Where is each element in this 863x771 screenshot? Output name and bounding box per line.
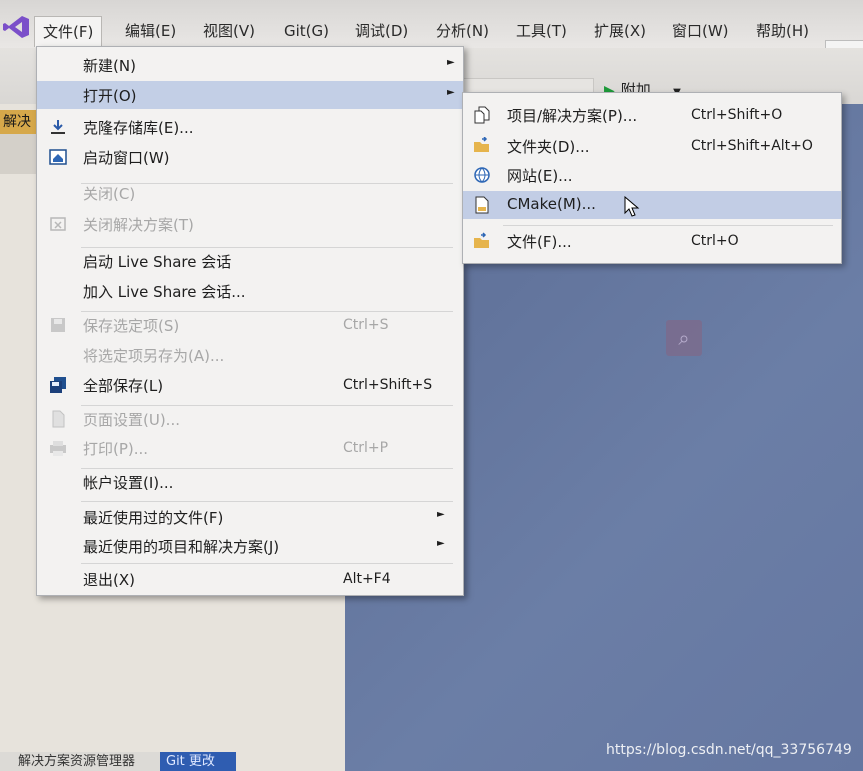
- menu-item-label: 页面设置(U)...: [83, 411, 180, 429]
- submenu-arrow-icon: ►: [447, 57, 455, 68]
- menu-item-join-live-share[interactable]: 加入 Live Share 会话...: [37, 277, 463, 305]
- menu-item-shortcut: Ctrl+S: [343, 317, 389, 333]
- file-menu: 新建(N) ► 打开(O) ► 克隆存储库(E)... 启动窗口(W) 关闭(C…: [36, 46, 464, 596]
- menu-item-label: 将选定项另存为(A)...: [83, 347, 225, 365]
- submenu-item-cmake[interactable]: CMake(M)...: [463, 191, 841, 219]
- git-changes-tab[interactable]: Git 更改: [160, 752, 236, 771]
- menu-item-exit[interactable]: 退出(X) Alt+F4: [37, 565, 463, 593]
- menu-debug[interactable]: 调试(D): [355, 18, 408, 44]
- menu-git[interactable]: Git(G): [284, 18, 329, 44]
- submenu-item-website[interactable]: 网站(E)...: [463, 161, 841, 189]
- menu-item-recent-projects[interactable]: 最近使用的项目和解决方案(J) ►: [37, 532, 463, 560]
- submenu-item-label: 文件(F)...: [507, 233, 572, 251]
- search-icon: ⌕: [666, 320, 702, 356]
- submenu-item-label: 文件夹(D)...: [507, 138, 590, 156]
- menu-item-close-solution[interactable]: 关闭解决方案(T): [37, 210, 463, 238]
- menu-item-label: 保存选定项(S): [83, 317, 180, 335]
- home-window-icon: [49, 149, 67, 165]
- submenu-item-shortcut: Ctrl+O: [691, 233, 739, 249]
- menu-tools[interactable]: 工具(T): [516, 18, 567, 44]
- menu-item-clone-repo[interactable]: 克隆存储库(E)...: [37, 113, 463, 141]
- submenu-arrow-icon: ►: [447, 87, 455, 98]
- submenu-item-label: 网站(E)...: [507, 167, 573, 185]
- menu-item-label: 加入 Live Share 会话...: [83, 283, 246, 301]
- submenu-item-folder[interactable]: 文件夹(D)... Ctrl+Shift+Alt+O: [463, 132, 841, 160]
- menu-item-shortcut: Ctrl+Shift+S: [343, 377, 433, 393]
- submenu-arrow-icon: ►: [437, 509, 445, 520]
- menu-analyze[interactable]: 分析(N): [436, 18, 489, 44]
- menu-item-print[interactable]: 打印(P)... Ctrl+P: [37, 434, 463, 462]
- submenu-item-label: 项目/解决方案(P)...: [507, 107, 638, 125]
- menu-item-label: 退出(X): [83, 571, 135, 589]
- submenu-item-project-solution[interactable]: 项目/解决方案(P)... Ctrl+Shift+O: [463, 101, 841, 129]
- menu-item-label: 克隆存储库(E)...: [83, 119, 194, 137]
- menu-item-label: 启动 Live Share 会话: [83, 253, 232, 271]
- menu-item-label: 最近使用过的文件(F): [83, 509, 224, 527]
- menu-item-account-settings[interactable]: 帐户设置(I)...: [37, 468, 463, 496]
- globe-icon: [474, 167, 490, 183]
- menu-item-new[interactable]: 新建(N) ►: [37, 51, 463, 79]
- menu-item-label: 启动窗口(W): [83, 149, 170, 167]
- cmake-file-icon: [475, 196, 489, 214]
- menu-item-label: 打印(P)...: [83, 440, 149, 458]
- visual-studio-logo-icon: [3, 16, 29, 38]
- menu-item-open[interactable]: 打开(O) ►: [37, 81, 463, 109]
- solution-explorer-tab[interactable]: 解决方案资源管理器: [0, 752, 178, 771]
- save-all-icon: [50, 377, 66, 393]
- menu-file[interactable]: 文件(F): [34, 16, 103, 47]
- menu-item-start-live-share[interactable]: 启动 Live Share 会话: [37, 247, 463, 275]
- menu-edit[interactable]: 编辑(E): [125, 18, 176, 44]
- save-icon: [51, 318, 65, 332]
- menu-item-label: 帐户设置(I)...: [83, 474, 174, 492]
- menu-item-recent-files[interactable]: 最近使用过的文件(F) ►: [37, 503, 463, 531]
- menu-item-label: 打开(O): [83, 87, 137, 105]
- download-icon: [51, 120, 65, 134]
- menu-item-label: 关闭(C): [83, 185, 136, 203]
- menu-extensions[interactable]: 扩展(X): [594, 18, 646, 44]
- menu-item-start-window[interactable]: 启动窗口(W): [37, 143, 463, 171]
- submenu-item-label: CMake(M)...: [507, 195, 596, 213]
- file-open-icon: [474, 232, 489, 248]
- project-icon: [474, 106, 490, 124]
- menu-item-close[interactable]: 关闭(C): [37, 179, 463, 207]
- folder-open-icon: [474, 137, 489, 152]
- watermark-text: https://blog.csdn.net/qq_33756749: [606, 742, 852, 758]
- printer-icon: [50, 441, 66, 456]
- mouse-cursor-icon: [624, 196, 640, 217]
- menu-item-label: 新建(N): [83, 57, 136, 75]
- solution-tab[interactable]: 解决: [0, 110, 39, 134]
- menu-item-shortcut: Alt+F4: [343, 571, 391, 587]
- menu-window[interactable]: 窗口(W): [672, 18, 729, 44]
- submenu-item-file[interactable]: 文件(F)... Ctrl+O: [463, 227, 841, 255]
- menu-view[interactable]: 视图(V): [203, 18, 255, 44]
- menu-item-page-setup[interactable]: 页面设置(U)...: [37, 405, 463, 433]
- submenu-item-shortcut: Ctrl+Shift+O: [691, 107, 783, 123]
- submenu-item-shortcut: Ctrl+Shift+Alt+O: [691, 138, 813, 154]
- menu-help[interactable]: 帮助(H): [756, 18, 809, 44]
- menu-item-label: 全部保存(L): [83, 377, 164, 395]
- menu-item-label: 关闭解决方案(T): [83, 216, 194, 234]
- submenu-arrow-icon: ►: [437, 538, 445, 549]
- menu-item-save-all[interactable]: 全部保存(L) Ctrl+Shift+S: [37, 371, 463, 399]
- page-icon: [52, 410, 65, 428]
- menu-item-shortcut: Ctrl+P: [343, 440, 389, 456]
- open-submenu: 项目/解决方案(P)... Ctrl+Shift+O 文件夹(D)... Ctr…: [462, 92, 842, 264]
- menu-item-save-as[interactable]: 将选定项另存为(A)...: [37, 341, 463, 369]
- close-solution-icon: [50, 217, 66, 231]
- menu-item-label: 最近使用的项目和解决方案(J): [83, 538, 280, 556]
- menu-item-save-selected[interactable]: 保存选定项(S) Ctrl+S: [37, 311, 463, 339]
